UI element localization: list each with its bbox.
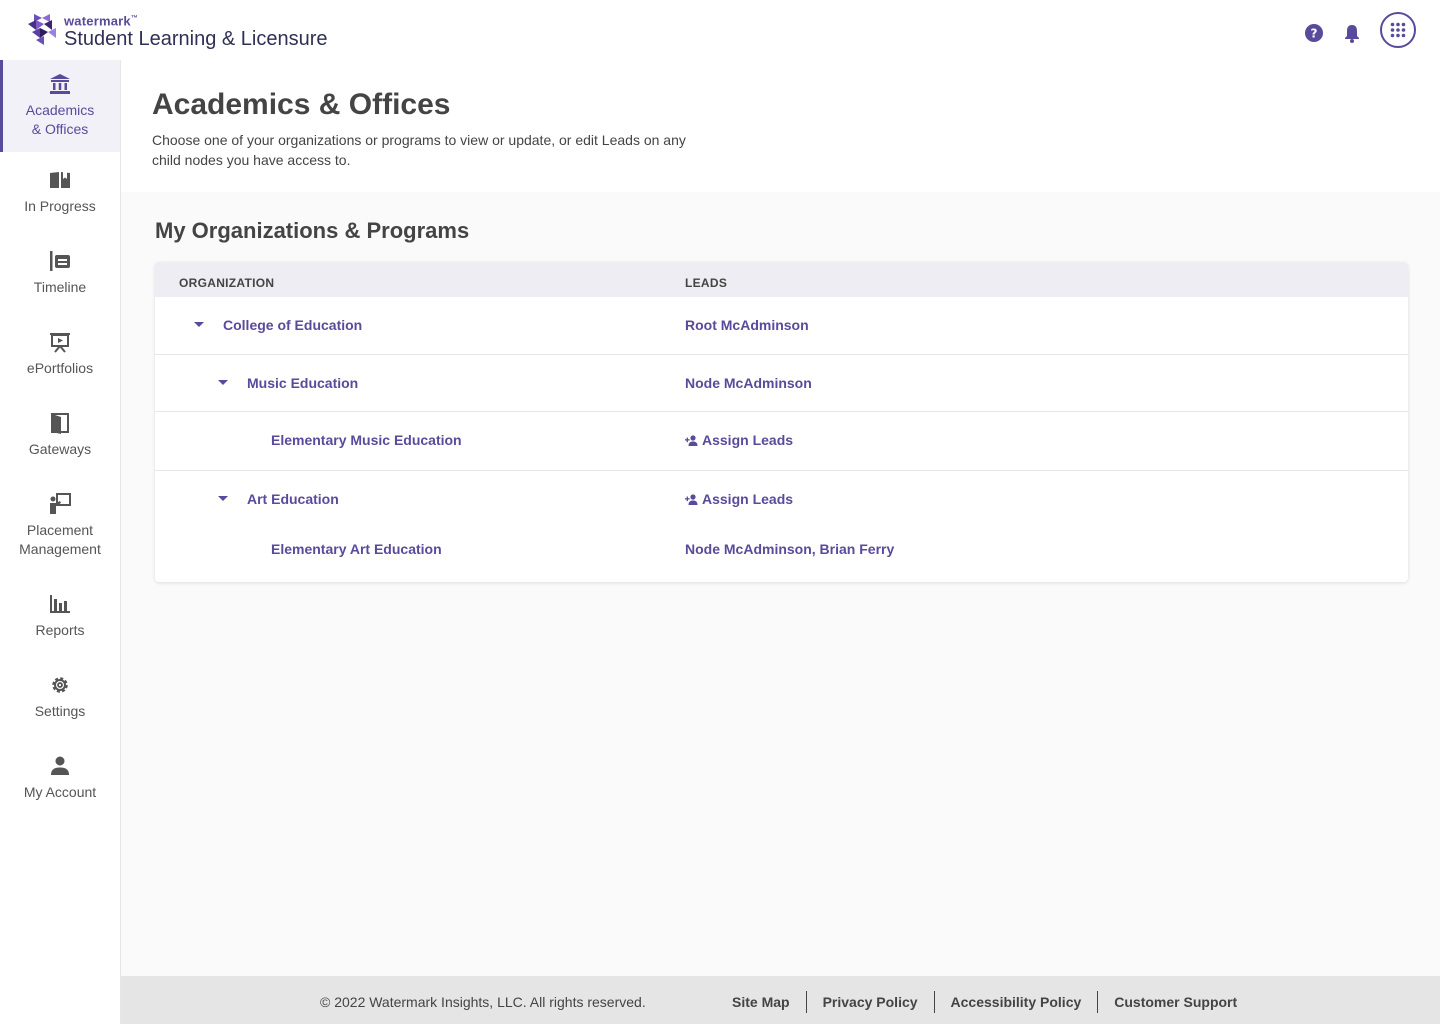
page-footer: © 2022 Watermark Insights, LLC. All righ… [121, 976, 1440, 1024]
institution-icon [50, 74, 70, 94]
add-person-icon [685, 493, 698, 505]
person-icon [51, 756, 69, 775]
apps-grid-icon[interactable] [1380, 12, 1416, 48]
sidebar-item-my-account[interactable]: My Account [0, 738, 120, 819]
brand-name: watermark™ [64, 13, 139, 29]
sidebar-item-label: Settings [34, 703, 86, 719]
assign-leads-button[interactable]: Assign Leads [685, 491, 793, 507]
sidebar-item-academics-offices[interactable]: Academics & Offices [0, 60, 120, 152]
sidebar-item-placement-management[interactable]: Placement Management [0, 476, 120, 576]
section-title: My Organizations & Programs [155, 218, 470, 243]
table-row: Music Education Node McAdminson [155, 354, 1408, 411]
table-row: Art Education Assign Leads [155, 470, 1408, 525]
organization-link[interactable]: Art Education [247, 491, 339, 507]
sidebar-item-label: In Progress [24, 198, 96, 214]
sidebar-item-label: Reports [35, 622, 85, 638]
sidebar-item-settings[interactable]: Settings [0, 657, 120, 738]
watermark-logo-icon [28, 14, 56, 45]
sidebar-item-timeline[interactable]: Timeline [0, 233, 120, 314]
sidebar-item-reports[interactable]: Reports [0, 576, 120, 657]
page-header: Academics & Offices Choose one of your o… [121, 60, 1440, 192]
sidebar-item-label: Academics & Offices [25, 102, 95, 137]
top-header: watermark™ Student Learning & Licensure … [0, 0, 1440, 60]
sidebar-item-label: ePortfolios [26, 360, 94, 376]
open-book-icon [50, 172, 70, 188]
collapse-caret-icon[interactable] [194, 322, 204, 327]
organization-link[interactable]: Elementary Music Education [271, 432, 462, 448]
organizations-table: ORGANIZATION LEADS College of Education … [155, 262, 1408, 582]
table-row: College of Education Root McAdminson [155, 297, 1408, 354]
copyright-text: © 2022 Watermark Insights, LLC. All righ… [320, 994, 646, 1010]
timeline-icon [50, 251, 70, 271]
organization-link[interactable]: College of Education [223, 317, 362, 333]
svg-text:?: ? [1311, 27, 1318, 41]
table-row: Elementary Art Education Node McAdminson… [155, 525, 1408, 582]
sidebar-item-label: Timeline [33, 279, 87, 295]
footer-link-site-map[interactable]: Site Map [716, 991, 806, 1013]
footer-link-accessibility-policy[interactable]: Accessibility Policy [933, 991, 1098, 1013]
sidebar-item-label: Placement Management [19, 522, 101, 557]
help-icon[interactable]: ? [1304, 23, 1324, 43]
watermark-logo[interactable]: watermark™ Student Learning & Licensure [26, 12, 328, 51]
teacher-board-icon [50, 493, 71, 514]
footer-links: Site Map Privacy Policy Accessibility Po… [716, 991, 1253, 1013]
bar-chart-icon [50, 595, 70, 613]
column-header-leads: LEADS [685, 276, 728, 290]
sidebar-item-in-progress[interactable]: In Progress [0, 152, 120, 233]
collapse-caret-icon[interactable] [218, 496, 228, 501]
leads-link[interactable]: Node McAdminson, Brian Ferry [685, 541, 894, 557]
collapse-caret-icon[interactable] [218, 380, 228, 385]
leads-link[interactable]: Root McAdminson [685, 317, 809, 333]
page-description: Choose one of your organizations or prog… [152, 132, 686, 168]
sidebar-nav: Academics & Offices In Progress Timeline … [0, 60, 121, 1024]
footer-link-privacy-policy[interactable]: Privacy Policy [805, 991, 934, 1013]
sidebar-item-label: Gateways [28, 441, 92, 457]
main-content: Academics & Offices Choose one of your o… [121, 60, 1440, 976]
table-header: ORGANIZATION LEADS [155, 262, 1408, 297]
add-person-icon [685, 434, 698, 446]
organization-link[interactable]: Music Education [247, 375, 358, 391]
table-row: Elementary Music Education Assign Leads [155, 411, 1408, 470]
column-header-organization: ORGANIZATION [179, 276, 275, 290]
sidebar-item-eportfolios[interactable]: ePortfolios [0, 314, 120, 395]
leads-link[interactable]: Node McAdminson [685, 375, 812, 391]
sidebar-item-label: My Account [23, 784, 97, 800]
product-name: Student Learning & Licensure [64, 28, 328, 51]
footer-link-customer-support[interactable]: Customer Support [1097, 991, 1253, 1013]
gear-icon [52, 677, 68, 693]
presentation-board-icon [50, 333, 70, 353]
sidebar-item-gateways[interactable]: Gateways [0, 395, 120, 476]
door-icon [51, 413, 69, 434]
bell-icon[interactable] [1342, 23, 1362, 43]
assign-leads-button[interactable]: Assign Leads [685, 432, 793, 448]
page-title: Academics & Offices [152, 88, 451, 121]
organization-link[interactable]: Elementary Art Education [271, 541, 442, 557]
